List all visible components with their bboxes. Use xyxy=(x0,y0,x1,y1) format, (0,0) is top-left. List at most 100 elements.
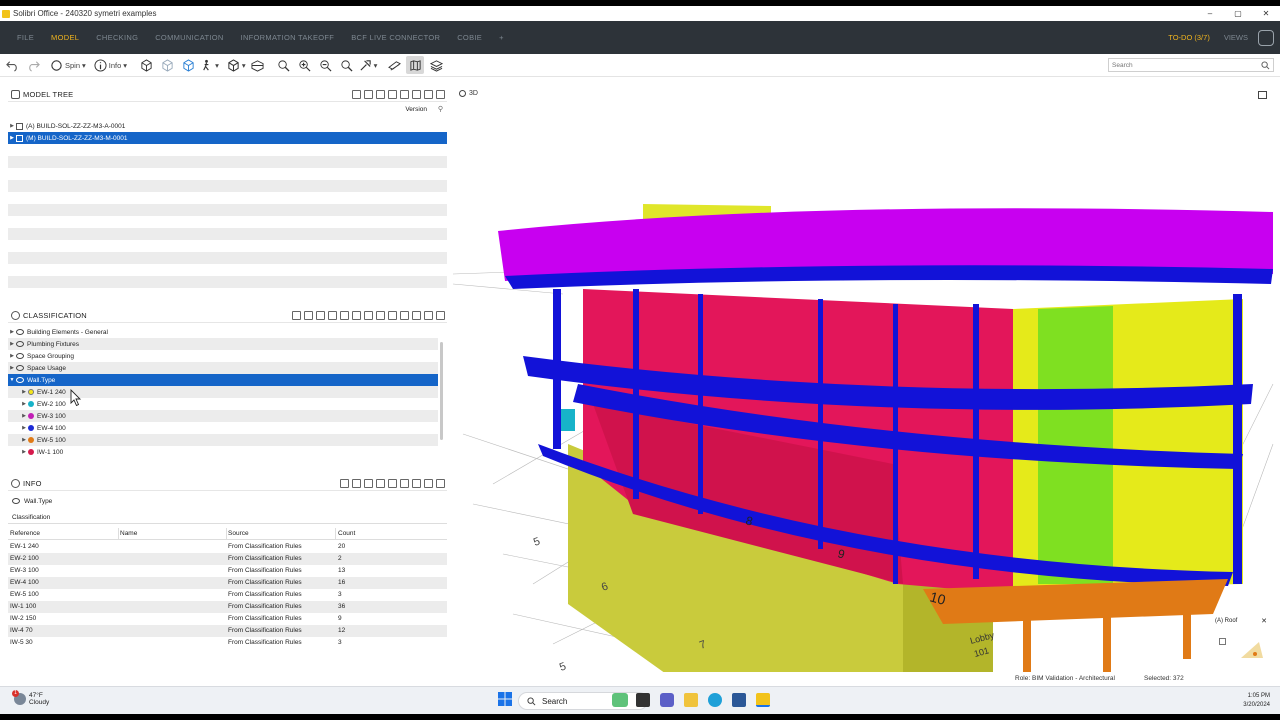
hide-selected-button[interactable] xyxy=(158,56,176,74)
expand-arrow-icon[interactable]: ▶ xyxy=(8,341,16,347)
undo-button[interactable] xyxy=(3,56,21,74)
table-row[interactable]: IW-2 150 From Classification Rules 9 xyxy=(8,613,447,625)
table-row[interactable]: EW-3 100 From Classification Rules 13 xyxy=(8,565,447,577)
table-row[interactable]: IW-5 30 From Classification Rules 3 xyxy=(8,637,447,649)
link-icon[interactable]: ⚲ xyxy=(438,105,443,113)
class-tool-10-icon[interactable] xyxy=(400,311,409,320)
table-row[interactable]: IW-1 100 From Classification Rules 36 xyxy=(8,601,447,613)
classification-subitem[interactable]: ▶ IW-1 100 xyxy=(8,446,438,458)
widgets-icon[interactable] xyxy=(612,693,628,707)
class-tool-4-icon[interactable] xyxy=(328,311,337,320)
layers-button[interactable] xyxy=(427,56,445,74)
info-tool-7-icon[interactable] xyxy=(412,479,421,488)
zoom-out-button[interactable] xyxy=(317,56,335,74)
expand-arrow-icon[interactable]: ▶ xyxy=(8,329,16,335)
column-reference[interactable]: Reference xyxy=(10,530,40,537)
version-column[interactable]: Version xyxy=(405,106,427,113)
menu-communication[interactable]: COMMUNICATION xyxy=(155,33,223,42)
tree-tool-3-icon[interactable] xyxy=(376,90,385,99)
table-row[interactable]: EW-2 100 From Classification Rules 2 xyxy=(8,553,447,565)
tree-tool-6-icon[interactable] xyxy=(412,90,421,99)
teams-icon[interactable] xyxy=(660,693,674,707)
tree-tool-7-icon[interactable] xyxy=(424,90,433,99)
expand-arrow-icon[interactable]: ▶ xyxy=(8,123,16,129)
class-tool-6-icon[interactable] xyxy=(352,311,361,320)
add-layout-button[interactable]: + xyxy=(499,33,504,42)
classification-subitem[interactable]: ▶ EW-3 100 xyxy=(8,410,438,422)
classification-subitem[interactable]: ▶ EW-5 100 xyxy=(8,434,438,446)
column-divider[interactable] xyxy=(226,528,227,540)
menu-file[interactable]: FILE xyxy=(17,33,34,42)
class-tool-1-icon[interactable] xyxy=(292,311,301,320)
zoom-window-button[interactable] xyxy=(338,56,356,74)
expand-arrow-icon[interactable]: ▶ xyxy=(20,401,28,407)
toolbar-search[interactable] xyxy=(1108,58,1274,72)
class-tool-8-icon[interactable] xyxy=(376,311,385,320)
walk-button[interactable]: ▾ xyxy=(200,56,219,74)
model-tree-item-selected[interactable]: ▶ (M) BUILD-SOL-ZZ-ZZ-M3-M-0001 xyxy=(8,132,447,144)
class-tool-9-icon[interactable] xyxy=(388,311,397,320)
section-box-button[interactable] xyxy=(249,56,267,74)
table-row[interactable]: EW-4 100 From Classification Rules 16 xyxy=(8,577,447,589)
expand-arrow-icon[interactable]: ▶ xyxy=(20,425,28,431)
model-visibility-icon[interactable] xyxy=(16,134,23,142)
show-selected-button[interactable] xyxy=(137,56,155,74)
classification-scrollbar[interactable] xyxy=(440,342,443,440)
tree-tool-4-icon[interactable] xyxy=(388,90,397,99)
expand-arrow-icon[interactable]: ▶ xyxy=(8,353,16,359)
menu-bcf-live-connector[interactable]: BCF LIVE CONNECTOR xyxy=(351,33,440,42)
task-view-icon[interactable] xyxy=(636,693,650,707)
classification-item[interactable]: ▶ Space Grouping xyxy=(8,350,438,362)
panel-maximize-icon[interactable] xyxy=(436,479,445,488)
views-icon[interactable] xyxy=(1258,29,1274,46)
edge-icon[interactable] xyxy=(708,693,722,707)
spin-button[interactable]: Spin ▾ xyxy=(50,56,86,74)
model-tree-item[interactable]: ▶ (A) BUILD-SOL-ZZ-ZZ-M3-A-0001 xyxy=(8,120,447,132)
menu-checking[interactable]: CHECKING xyxy=(96,33,138,42)
eye-icon[interactable] xyxy=(16,353,24,359)
table-row[interactable]: IW-4 70 From Classification Rules 12 xyxy=(8,625,447,637)
column-count[interactable]: Count xyxy=(338,530,355,537)
view-maximize-icon[interactable] xyxy=(1258,91,1267,99)
redo-button[interactable] xyxy=(24,56,42,74)
minimap-home-icon[interactable] xyxy=(1219,638,1226,645)
tree-tool-1-icon[interactable] xyxy=(352,90,361,99)
class-tool-7-icon[interactable] xyxy=(364,311,373,320)
eye-icon[interactable] xyxy=(16,329,24,335)
close-button[interactable]: ✕ xyxy=(1252,6,1280,21)
tree-tool-5-icon[interactable] xyxy=(400,90,409,99)
table-row[interactable]: EW-5 100 From Classification Rules 3 xyxy=(8,589,447,601)
zoom-fit-button[interactable] xyxy=(275,56,293,74)
expand-arrow-icon[interactable]: ▶ xyxy=(20,389,28,395)
eye-icon[interactable] xyxy=(16,365,24,371)
views-button[interactable]: VIEWS xyxy=(1224,33,1248,42)
class-tool-2-icon[interactable] xyxy=(304,311,313,320)
expand-arrow-icon[interactable]: ▶ xyxy=(8,135,16,141)
expand-arrow-icon[interactable]: ▶ xyxy=(20,413,28,419)
classification-item[interactable]: ▶ Plumbing Fixtures xyxy=(8,338,438,350)
solibri-taskbar-icon[interactable] xyxy=(756,693,770,707)
table-row[interactable]: EW-1 240 From Classification Rules 20 xyxy=(8,541,447,553)
measure-button[interactable]: ▾ xyxy=(359,56,377,74)
back-icon[interactable] xyxy=(352,479,361,488)
view-3d-label[interactable]: 3D xyxy=(459,90,478,97)
menu-cobie[interactable]: COBIE xyxy=(457,33,482,42)
weather-widget[interactable]: 1 47°F Cloudy xyxy=(12,690,49,706)
isolate-button[interactable] xyxy=(179,56,197,74)
class-tool-12-icon[interactable] xyxy=(424,311,433,320)
expand-arrow-icon[interactable]: ▶ xyxy=(20,449,28,455)
expand-arrow-icon[interactable]: ▶ xyxy=(8,365,16,371)
maximize-button[interactable]: ▢ xyxy=(1224,6,1252,21)
system-clock[interactable]: 1:05 PM 3/20/2024 xyxy=(1243,692,1270,710)
expand-arrow-icon[interactable]: ▶ xyxy=(20,437,28,443)
classification-item-selected[interactable]: ▼ Wall.Type xyxy=(8,374,438,386)
classification-item[interactable]: ▶ Space Usage xyxy=(8,362,438,374)
tab-classification[interactable]: Classification xyxy=(12,514,50,521)
app-icon[interactable] xyxy=(732,693,746,707)
column-divider[interactable] xyxy=(335,528,336,540)
slicing-button[interactable] xyxy=(385,56,403,74)
map-button[interactable] xyxy=(406,56,425,74)
file-explorer-icon[interactable] xyxy=(684,693,698,707)
info-tool-1-icon[interactable] xyxy=(340,479,349,488)
class-tool-3-icon[interactable] xyxy=(316,311,325,320)
